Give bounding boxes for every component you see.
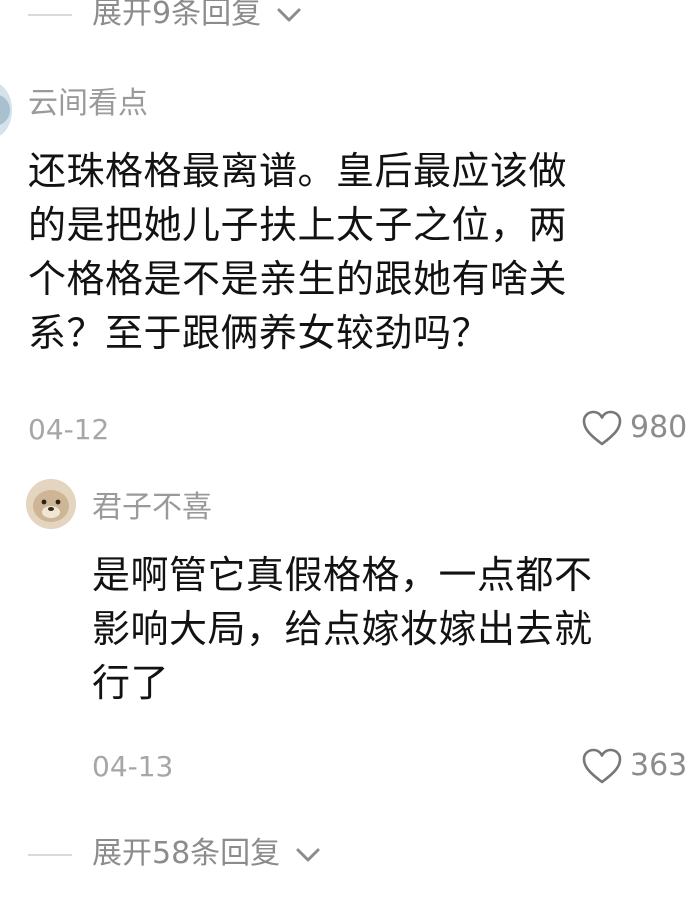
comment-text: 还珠格格最离谱。皇后最应该做 的是把她儿子扶上太子之位，两 个格格是不是亲生的跟…	[28, 144, 678, 360]
reply-date: 04-13	[92, 750, 174, 783]
chevron-down-icon	[296, 848, 320, 861]
comment-line: 个格格是不是亲生的跟她有啥关	[28, 257, 568, 301]
like-count: 363	[630, 748, 688, 783]
comment-line: 还珠格格最离谱。皇后最应该做	[28, 149, 568, 193]
divider-line	[28, 14, 72, 16]
comment-date: 04-12	[28, 413, 110, 446]
comment-username[interactable]: 云间看点	[28, 84, 148, 124]
avatar[interactable]	[0, 82, 12, 138]
divider-line	[28, 854, 72, 856]
reply-text: 是啊管它真假格格，一点都不 影响大局，给点嫁妆嫁出去就 行了	[92, 548, 682, 710]
heart-icon	[582, 748, 622, 784]
avatar-image	[26, 479, 76, 529]
comment-line: 的是把她儿子扶上太子之位，两	[28, 203, 568, 247]
like-button[interactable]: 980	[580, 408, 687, 448]
expand-replies-top[interactable]: 展开9条回复	[0, 0, 690, 40]
comment-line: 系？至于跟俩养女较劲吗？	[28, 311, 491, 355]
expand-replies-label[interactable]: 展开9条回复	[92, 0, 303, 34]
avatar[interactable]	[26, 479, 76, 529]
expand-label-text: 展开58条回复	[92, 836, 281, 871]
reply-line: 影响大局，给点嫁妆嫁出去就	[92, 607, 593, 651]
heart-icon	[582, 410, 622, 446]
like-count: 980	[630, 410, 688, 445]
chevron-down-icon	[277, 8, 301, 21]
reply-username[interactable]: 君子不喜	[92, 488, 212, 528]
like-button[interactable]: 363	[580, 746, 687, 786]
reply-line: 是啊管它真假格格，一点都不	[92, 553, 593, 597]
expand-replies-bottom[interactable]: 展开58条回复	[0, 830, 690, 880]
reply-line: 行了	[92, 661, 170, 705]
expand-label-text: 展开9条回复	[92, 0, 262, 31]
expand-replies-label[interactable]: 展开58条回复	[92, 834, 322, 874]
avatar-image	[0, 82, 12, 138]
